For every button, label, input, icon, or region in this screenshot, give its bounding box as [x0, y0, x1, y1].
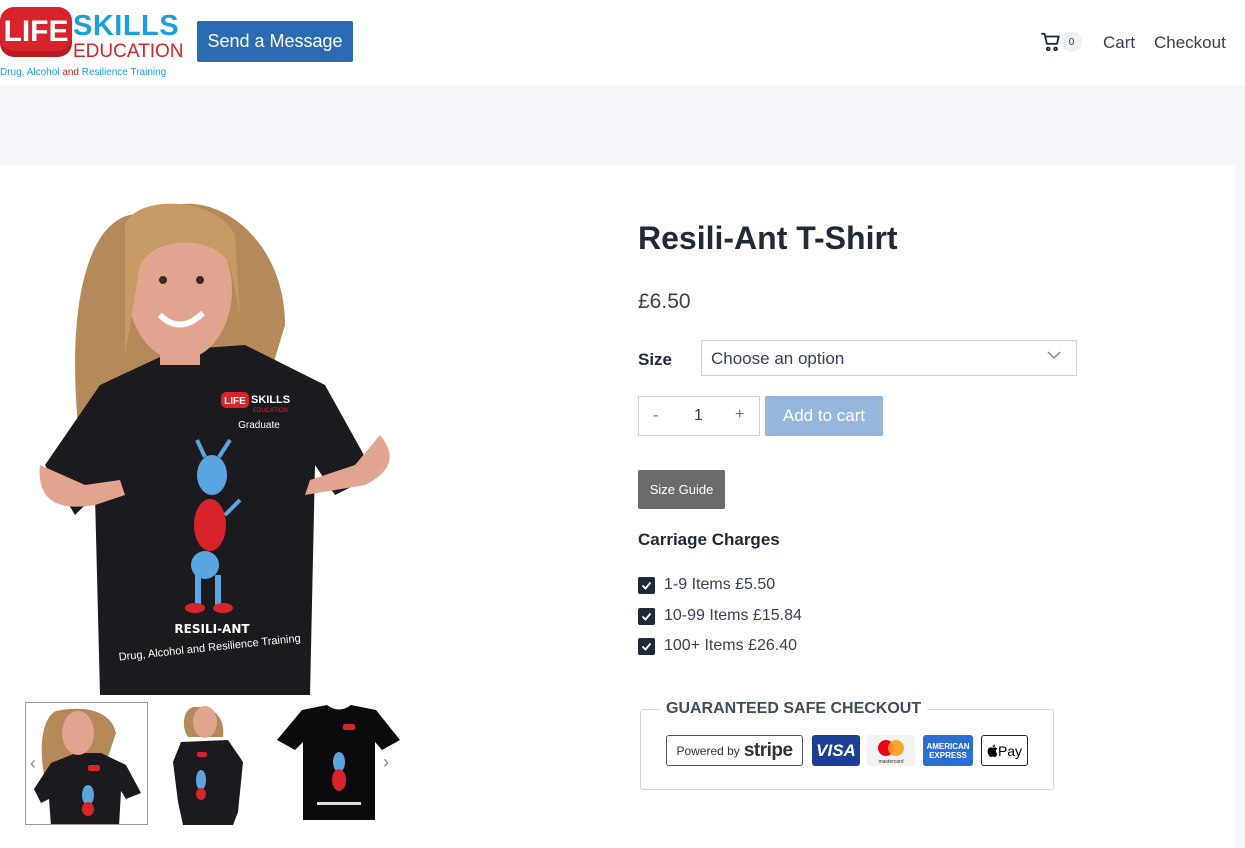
- shirt-logo-life: LIFE: [224, 396, 246, 407]
- thumbnail-3[interactable]: [277, 702, 400, 825]
- amex-line-2: EXPRESS: [929, 750, 967, 760]
- apple-pay-label: Pay: [997, 742, 1023, 759]
- carriage-option: 100+ Items £26.40: [638, 637, 797, 655]
- quantity-decrease-button[interactable]: -: [653, 407, 658, 425]
- product-title: Resili-Ant T-Shirt: [638, 220, 898, 256]
- nav-checkout-link[interactable]: Checkout: [1154, 33, 1226, 53]
- logo-tagline: Drug, Alcohol and Resilience Training: [0, 67, 166, 78]
- shirt-logo-skills: SKILLS: [251, 394, 290, 406]
- checkbox-checked-icon[interactable]: [638, 607, 655, 625]
- checkbox-checked-icon[interactable]: [638, 637, 655, 655]
- carriage-option-label: 10-99 Items £15.84: [664, 607, 802, 624]
- send-message-button[interactable]: Send a Message: [197, 21, 353, 62]
- size-select-value: Choose an option: [711, 349, 845, 368]
- product-content: LIFE SKILLS EDUCATION Graduate RESILI-AN…: [0, 165, 1235, 848]
- carriage-option-label: 1-9 Items £5.50: [664, 576, 776, 593]
- cart-icon[interactable]: [1040, 31, 1062, 53]
- site-logo[interactable]: LIFE SKILLS EDUCATION Drug, Alcohol and …: [0, 4, 183, 80]
- visa-logo: VISA: [812, 735, 860, 766]
- shirt-graduate-text: Graduate: [238, 420, 280, 431]
- carriage-charges-heading: Carriage Charges: [638, 530, 780, 549]
- product-price: £6.50: [638, 290, 691, 313]
- mastercard-logo: mastercard: [867, 735, 915, 766]
- thumbnail-2[interactable]: [153, 702, 276, 825]
- quantity-stepper: - 1 +: [638, 396, 760, 436]
- logo-skills-text: SKILLS: [73, 10, 180, 42]
- checkbox-checked-icon[interactable]: [638, 576, 655, 594]
- tagline-and: and: [62, 67, 79, 78]
- product-thumbnail-gallery: ‹ ›: [25, 702, 405, 827]
- product-photo: LIFE SKILLS EDUCATION Graduate RESILI-AN…: [39, 203, 390, 695]
- mastercard-icon: mastercard: [878, 739, 904, 765]
- cart-count-badge[interactable]: 0: [1061, 32, 1082, 52]
- nav-cart-link[interactable]: Cart: [1103, 33, 1135, 53]
- tagline-part-2: Resilience Training: [78, 67, 167, 78]
- tagline-part-1: Drug, Alcohol: [0, 67, 63, 78]
- amex-logo: AMERICAN EXPRESS: [923, 735, 973, 766]
- mastercard-label: mastercard: [878, 759, 903, 765]
- thumbnail-1[interactable]: ‹: [25, 702, 148, 825]
- logo-life-pill: LIFE: [0, 7, 72, 57]
- carriage-option: 10-99 Items £15.84: [638, 607, 802, 625]
- amex-line-1: AMERICAN: [926, 741, 970, 751]
- stripe-prefix: Powered by: [676, 743, 740, 758]
- carriage-option: 1-9 Items £5.50: [638, 576, 775, 594]
- quantity-input[interactable]: 1: [694, 407, 703, 425]
- thumbnail-1-image: [26, 703, 147, 824]
- size-label: Size: [638, 350, 673, 369]
- site-header: LIFE SKILLS EDUCATION Drug, Alcohol and …: [0, 0, 1245, 85]
- stripe-word: stripe: [743, 739, 793, 761]
- apple-pay-logo: Pay: [981, 735, 1028, 766]
- logo-education-text: EDUCATION: [73, 41, 184, 62]
- size-guide-button[interactable]: Size Guide: [638, 470, 725, 509]
- apple-icon: [987, 744, 998, 757]
- carriage-option-label: 100+ Items £26.40: [664, 637, 797, 654]
- shirt-mascot-name: RESILI-ANT: [174, 622, 250, 636]
- chevron-down-icon: [1047, 351, 1061, 360]
- chevron-right-icon[interactable]: ›: [383, 752, 389, 773]
- add-to-cart-button[interactable]: Add to cart: [765, 396, 883, 436]
- product-main-image[interactable]: LIFE SKILLS EDUCATION Graduate RESILI-AN…: [25, 195, 400, 695]
- quantity-increase-button[interactable]: +: [735, 406, 744, 424]
- thumbnail-2-image: [153, 702, 276, 825]
- thumbnail-3-image: [277, 702, 400, 825]
- stripe-logo: Powered by stripe: [666, 735, 803, 766]
- shirt-logo-education: EDUCATION: [253, 408, 288, 414]
- chevron-left-icon[interactable]: ‹: [30, 753, 36, 774]
- size-select[interactable]: Choose an option: [701, 340, 1077, 376]
- safe-checkout-legend: GUARANTEED SAFE CHECKOUT: [660, 700, 928, 718]
